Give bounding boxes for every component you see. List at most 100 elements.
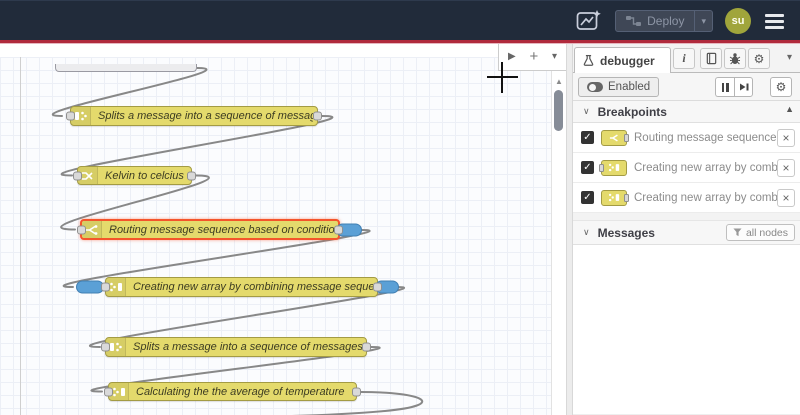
- breakpoint-marker-input[interactable]: [76, 280, 104, 294]
- node-label: Creating new array by combining message …: [133, 281, 373, 293]
- output-port[interactable]: [334, 225, 343, 234]
- breakpoints-section-header[interactable]: ∨ Breakpoints ▲: [573, 101, 800, 123]
- check-icon: ✓: [583, 132, 592, 143]
- header-bar: Deploy ▾ su: [0, 0, 800, 40]
- tab-debug-messages[interactable]: [724, 48, 746, 69]
- scroll-tabs-right-icon[interactable]: ▶: [508, 52, 516, 62]
- filter-icon: [733, 228, 742, 237]
- node-label: Splits a message into a sequence of mess…: [98, 110, 313, 122]
- tab-info[interactable]: i: [673, 48, 695, 69]
- filter-label: all nodes: [745, 226, 788, 239]
- node-split-2[interactable]: Splits a message into a sequence of mess…: [101, 337, 371, 357]
- check-icon: ✓: [583, 162, 592, 173]
- node-label: Routing message sequence based on condit…: [109, 223, 334, 236]
- node-label: Calculating the the average of temperatu…: [136, 385, 345, 398]
- input-port[interactable]: [73, 171, 82, 180]
- scroll-up-icon[interactable]: ▲: [785, 104, 794, 114]
- remove-breakpoint-button[interactable]: ×: [777, 158, 795, 177]
- join-icon: [601, 189, 629, 206]
- breakpoint-checkbox[interactable]: ✓: [581, 191, 594, 204]
- flask-icon: [583, 54, 594, 66]
- pause-button[interactable]: [715, 77, 734, 97]
- tab-config-nodes[interactable]: ⚙: [748, 48, 770, 69]
- output-port[interactable]: [352, 387, 361, 396]
- gear-icon: ⚙: [753, 51, 765, 66]
- flow-list-caret-icon[interactable]: ▾: [552, 52, 557, 62]
- input-port[interactable]: [77, 225, 86, 234]
- output-port[interactable]: [313, 111, 322, 121]
- tab-label: debugger: [600, 53, 655, 68]
- info-icon: i: [682, 51, 686, 65]
- port-nub: [599, 163, 604, 172]
- sidebar-resize-handle[interactable]: [566, 44, 573, 415]
- node-partial-top[interactable]: [55, 64, 197, 72]
- message-filter-button[interactable]: all nodes: [725, 224, 795, 241]
- deploy-button[interactable]: Deploy ▾: [615, 10, 713, 32]
- node-change[interactable]: Kelvin to celcius: [73, 166, 196, 185]
- deploy-nodes-icon: [626, 16, 642, 26]
- check-icon: ✓: [583, 192, 592, 203]
- close-icon: ×: [782, 130, 790, 145]
- breakpoint-row[interactable]: ✓ Routing message sequence based on cond…: [573, 123, 800, 153]
- enabled-label: Enabled: [608, 81, 651, 93]
- node-label: Kelvin to celcius: [105, 169, 184, 182]
- node-label: Splits a message into a sequence of mess…: [133, 341, 362, 353]
- debugger-settings-button[interactable]: ⚙: [770, 77, 792, 97]
- export-chart-icon: [576, 10, 601, 30]
- remove-breakpoint-button[interactable]: ×: [777, 188, 795, 207]
- messages-section-header[interactable]: ∨ Messages all nodes: [573, 221, 800, 245]
- output-port[interactable]: [373, 282, 382, 292]
- scroll-up-icon[interactable]: ▲: [552, 77, 566, 86]
- node-join-1[interactable]: Creating new array by combining message …: [76, 277, 399, 297]
- node-switch[interactable]: Routing message sequence based on condit…: [77, 219, 362, 240]
- remove-breakpoint-button[interactable]: ×: [777, 128, 795, 147]
- port-nub: [624, 133, 629, 142]
- breakpoint-row[interactable]: ✓ Creating new array by combining messag…: [573, 153, 800, 183]
- step-button[interactable]: [734, 77, 753, 97]
- port-nub: [624, 193, 629, 202]
- step-icon: [739, 83, 748, 91]
- avatar-initials: su: [731, 15, 745, 27]
- main-menu-button[interactable]: [763, 10, 786, 33]
- tab-debugger[interactable]: debugger: [574, 47, 671, 74]
- breakpoint-label: Routing message sequence based on condit…: [634, 131, 777, 144]
- tab-help[interactable]: [700, 48, 722, 69]
- flow-workspace[interactable]: Splits a message into a sequence of mess…: [0, 44, 566, 415]
- node-red-app: Deploy ▾ su Splits a message into a sequ…: [0, 0, 800, 415]
- scrollbar-thumb[interactable]: [554, 90, 563, 131]
- output-port[interactable]: [362, 342, 371, 352]
- node-average[interactable]: Calculating the the average of temperatu…: [104, 382, 361, 401]
- input-port[interactable]: [101, 342, 110, 352]
- breakpoint-label: Creating new array by combining message …: [634, 161, 777, 174]
- gear-icon: ⚙: [775, 80, 787, 94]
- add-flow-icon[interactable]: +: [529, 49, 538, 64]
- breakpoints-title: Breakpoints: [597, 104, 667, 119]
- breakpoint-label: Creating new array by combining message …: [634, 191, 777, 204]
- messages-list-empty: [573, 245, 800, 415]
- input-port[interactable]: [101, 282, 110, 292]
- debugger-enabled-toggle[interactable]: Enabled: [578, 77, 660, 97]
- section-divider: [573, 213, 800, 221]
- breakpoint-row[interactable]: ✓ Creating new array by combining messag…: [573, 183, 800, 213]
- sidebar: debugger i ⚙ ▾ Enabled ⚙ ∨ Breakpoints ▲…: [573, 44, 800, 415]
- node-split-1[interactable]: Splits a message into a sequence of mess…: [66, 106, 322, 126]
- canvas-scrollbar[interactable]: ▲: [551, 71, 566, 415]
- close-icon: ×: [782, 160, 790, 175]
- output-port[interactable]: [187, 171, 196, 180]
- bug-icon: [729, 53, 741, 65]
- switch-icon: [601, 129, 629, 146]
- pause-icon: [721, 82, 729, 92]
- export-chart-button[interactable]: [575, 8, 603, 34]
- deploy-options-button[interactable]: ▾: [694, 11, 712, 31]
- user-avatar[interactable]: su: [725, 8, 751, 34]
- input-port[interactable]: [66, 111, 75, 121]
- flow-tab-controls: ▶ + ▾: [498, 44, 566, 71]
- breakpoint-checkbox[interactable]: ✓: [581, 131, 594, 144]
- messages-title: Messages: [597, 225, 655, 240]
- sidebar-tabbar: debugger i ⚙ ▾: [573, 44, 800, 74]
- input-port[interactable]: [104, 387, 113, 396]
- chevron-down-icon: ∨: [583, 106, 590, 116]
- crosshair-cursor: [501, 62, 503, 93]
- breakpoint-checkbox[interactable]: ✓: [581, 161, 594, 174]
- sidebar-tabs-menu-icon[interactable]: ▾: [787, 52, 792, 63]
